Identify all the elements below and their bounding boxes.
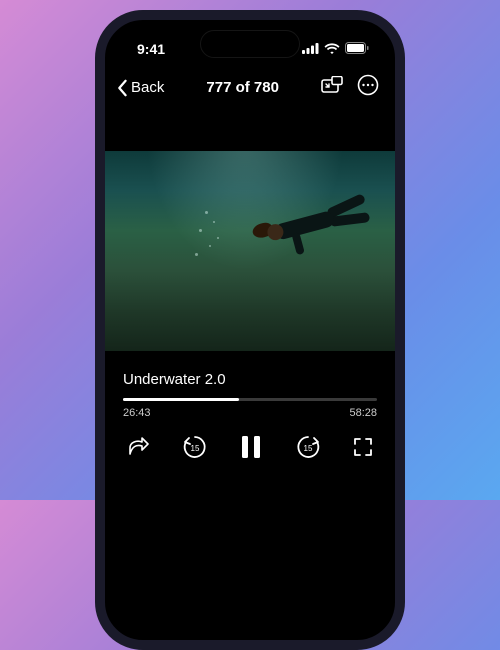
nav-bar: Back 777 of 780 bbox=[105, 64, 395, 109]
progress-bar[interactable] bbox=[123, 398, 377, 401]
cellular-icon bbox=[302, 41, 319, 57]
phone-frame: 9:41 Back 777 of 780 bbox=[95, 10, 405, 650]
chevron-left-icon bbox=[115, 79, 129, 97]
back-button[interactable]: Back bbox=[115, 79, 164, 97]
svg-text:15: 15 bbox=[303, 444, 312, 453]
video-title: Underwater 2.0 bbox=[123, 371, 377, 388]
more-icon[interactable] bbox=[357, 74, 379, 101]
share-button[interactable] bbox=[127, 437, 149, 457]
pip-icon[interactable] bbox=[321, 76, 343, 99]
playback-controls: 15 15 bbox=[105, 419, 395, 461]
time-elapsed: 26:43 bbox=[123, 407, 151, 419]
time-duration: 58:28 bbox=[349, 407, 377, 419]
fullscreen-button[interactable] bbox=[353, 437, 373, 457]
dynamic-island bbox=[200, 30, 300, 58]
skip-back-button[interactable]: 15 bbox=[181, 433, 209, 461]
status-time: 9:41 bbox=[137, 41, 165, 57]
pause-button[interactable] bbox=[240, 435, 262, 459]
back-label: Back bbox=[131, 79, 164, 96]
wifi-icon bbox=[324, 41, 340, 57]
battery-icon bbox=[345, 41, 369, 57]
video-player[interactable] bbox=[105, 151, 395, 351]
page-counter: 777 of 780 bbox=[206, 79, 279, 96]
progress-fill bbox=[123, 398, 239, 401]
svg-text:15: 15 bbox=[190, 444, 199, 453]
skip-forward-button[interactable]: 15 bbox=[294, 433, 322, 461]
